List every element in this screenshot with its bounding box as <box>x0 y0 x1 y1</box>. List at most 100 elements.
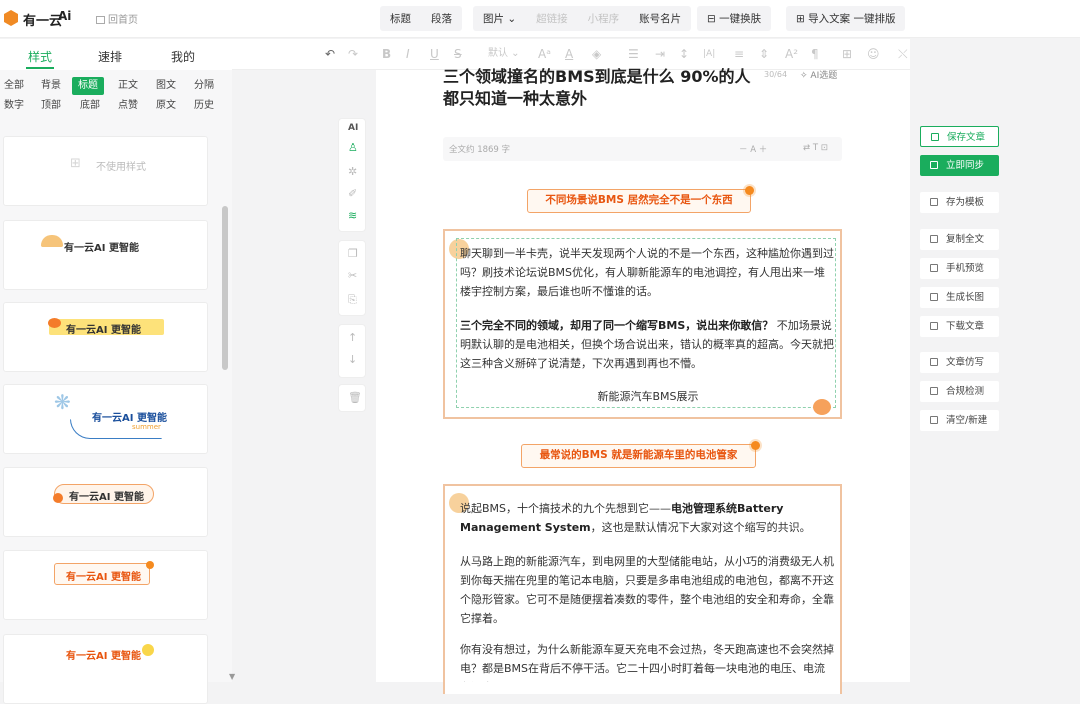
sync-now-button[interactable]: 立即同步 <box>920 155 999 176</box>
category-original[interactable]: 原文 <box>153 97 179 115</box>
sun-icon <box>745 186 754 195</box>
long-image-button[interactable]: 生成长图 <box>920 287 999 308</box>
save-template-button[interactable]: 存为模板 <box>920 192 999 213</box>
image-dropdown[interactable]: 图片 ⌄ <box>473 11 526 26</box>
import-layout-button[interactable]: ⊞ 导入文案 一键排版 <box>786 6 906 31</box>
tab-style[interactable]: 样式 <box>28 48 52 65</box>
clear-format-icon[interactable]: ¶ <box>811 47 819 61</box>
paragraph-4[interactable]: 从马路上跑的新能源汽车，到电网里的大型储能电站，从小巧的消费级无人机到你每天揣在… <box>460 552 836 628</box>
heading-button[interactable]: 标题 <box>380 11 421 26</box>
underline-icon[interactable]: U <box>430 47 439 61</box>
style-card[interactable]: 有一云AI 更智能 <box>3 550 208 620</box>
text-box-icon[interactable]: |A| <box>703 47 715 61</box>
vertical-toolbar-ai: AI ♙ ✲ ✐ ≋ <box>338 118 366 232</box>
move-down-icon[interactable]: ↓ <box>348 353 357 366</box>
account-card-button[interactable]: 账号名片 <box>629 11 691 26</box>
font-size-select[interactable]: 默认 ⌄ <box>488 47 520 61</box>
template-icon <box>930 198 938 206</box>
style-card[interactable]: 有一云AI 更智能 <box>3 634 208 704</box>
category-heading[interactable]: 标题 <box>72 77 104 95</box>
bold-icon[interactable]: B <box>382 47 391 61</box>
article-title[interactable]: 三个领域撞名的BMS到底是什么 90%的人都只知道一种太意外 <box>443 66 763 110</box>
strikethrough-icon[interactable]: S <box>454 47 462 61</box>
category-bottom[interactable]: 底部 <box>77 97 103 115</box>
trash-icon[interactable]: 🗑 <box>348 391 362 404</box>
pen-icon[interactable]: ✐ <box>348 187 357 200</box>
undo-icon[interactable]: ↶ <box>325 47 335 61</box>
check-icon <box>930 387 938 395</box>
section-heading-1[interactable]: 不同场景说BMS 居然完全不是一个东西 <box>527 189 751 213</box>
paste-icon[interactable]: ⎘ <box>348 293 357 307</box>
font-color-icon[interactable]: A <box>565 47 573 61</box>
style-card[interactable]: 有一云AI 更智能 <box>3 220 208 290</box>
highlight-icon[interactable]: ◈ <box>592 47 601 61</box>
copy-all-button[interactable]: 复制全文 <box>920 229 999 250</box>
tab-quick-layout[interactable]: 速排 <box>98 48 122 65</box>
style-card[interactable]: 有一云AI 更智能 <box>3 467 208 537</box>
line-height-icon[interactable]: ↕ <box>679 47 689 61</box>
right-action-panel: 保存文章 立即同步 存为模板 复制全文 手机预览 生成长图 下载文章 文章仿写 … <box>910 39 1080 682</box>
image-caption[interactable]: 新能源汽车BMS展示 <box>460 388 836 404</box>
sparkle-icon[interactable]: ✲ <box>348 165 357 178</box>
paragraph-3[interactable]: 说起BMS，十个搞技术的九个先想到它——电池管理系统Battery Manage… <box>460 499 836 537</box>
indent-icon[interactable]: ⇥ <box>655 47 665 61</box>
compliance-check-button[interactable]: 合规检测 <box>920 381 999 402</box>
left-tabs: 样式 速排 我的 <box>0 39 232 70</box>
letter-spacing-icon[interactable]: Aᵃ <box>538 47 551 61</box>
category-number[interactable]: 数字 <box>1 97 27 115</box>
emoji-icon[interactable]: ☺ <box>867 47 880 61</box>
format-icon[interactable]: ≋ <box>348 209 357 222</box>
vertical-toolbar-delete: 🗑 <box>338 384 366 412</box>
clear-new-button[interactable]: 清空/新建 <box>920 410 999 431</box>
article-rewrite-button[interactable]: 文章仿写 <box>920 352 999 373</box>
paragraph-button[interactable]: 段落 <box>421 11 462 26</box>
paragraph-1[interactable]: 聊天聊到一半卡壳，说半天发现两个人说的不是一个东西，这种尴尬你遇到过吗？刷技术论… <box>460 244 836 301</box>
category-image-text[interactable]: 图文 <box>153 77 179 95</box>
ai-title-button[interactable]: ✧ AI选题 <box>800 68 837 81</box>
word-count-bar: 全文约 1869 字 － A ＋ ⇄ T ⊡ <box>443 137 842 161</box>
move-up-icon[interactable]: ↑ <box>348 331 357 344</box>
sync-icon <box>930 161 938 169</box>
clear-icon <box>930 416 938 424</box>
style-card[interactable]: 有一云AI 更智能 <box>3 302 208 372</box>
italic-icon[interactable]: I <box>406 47 410 61</box>
shirt-icon[interactable]: ♙ <box>348 141 358 154</box>
hyperlink-button[interactable]: 超链接 <box>526 11 578 26</box>
paragraph-2[interactable]: 三个完全不同的领域，却用了同一个缩写BMS，说出来你敢信？ 不加场景说明默认聊的… <box>460 316 836 373</box>
category-all[interactable]: 全部 <box>1 77 27 95</box>
superscript-icon[interactable]: A² <box>785 47 798 61</box>
section-heading-2[interactable]: 最常说的BMS 就是新能源车里的电池管家 <box>521 444 756 468</box>
split-icon[interactable]: ⤬ <box>898 47 908 62</box>
category-body[interactable]: 正文 <box>115 77 141 95</box>
cut-icon[interactable]: ✂ <box>348 269 357 282</box>
paragraph-5[interactable]: 你有没有想过，为什么新能源车夏天充电不会过热，冬天跑高速也不会突然掉电？都是BM… <box>460 640 836 682</box>
style-card-none[interactable]: ⊞ 不使用样式 <box>3 136 208 206</box>
category-top[interactable]: 顶部 <box>38 97 64 115</box>
tab-mine[interactable]: 我的 <box>171 48 195 65</box>
style-card[interactable]: ❋ 有一云AI 更智能 summer <box>3 384 208 454</box>
mobile-preview-button[interactable]: 手机预览 <box>920 258 999 279</box>
miniprogram-button[interactable]: 小程序 <box>578 11 630 26</box>
category-background[interactable]: 背景 <box>38 77 64 95</box>
convert-icon[interactable]: ⇄ T ⊡ <box>803 143 828 153</box>
redo-icon[interactable]: ↷ <box>348 47 358 61</box>
rewrite-icon <box>930 358 938 366</box>
one-click-skin-button[interactable]: ⊟ 一键换肤 <box>697 6 772 31</box>
panel-scrollbar[interactable] <box>222 206 228 370</box>
ai-tool-label[interactable]: AI <box>348 123 358 133</box>
list-icon[interactable]: ≡ <box>734 47 744 61</box>
category-history[interactable]: 历史 <box>191 97 217 115</box>
orange-shape-icon <box>41 235 63 247</box>
save-article-button[interactable]: 保存文章 <box>920 126 999 147</box>
align-left-icon[interactable]: ☰ <box>628 47 639 61</box>
category-like[interactable]: 点赞 <box>115 97 141 115</box>
category-divider[interactable]: 分隔 <box>191 77 217 95</box>
home-link[interactable]: 回首页 <box>96 11 138 26</box>
cloud-download-icon <box>930 322 938 330</box>
download-article-button[interactable]: 下载文章 <box>920 316 999 337</box>
table-icon[interactable]: ⊞ <box>842 47 852 61</box>
font-size-control[interactable]: － A ＋ <box>739 143 767 155</box>
paragraph-spacing-icon[interactable]: ⇕ <box>759 47 769 61</box>
scroll-down-icon[interactable]: ▼ <box>229 672 235 681</box>
copy-icon[interactable]: ❐ <box>348 247 358 260</box>
